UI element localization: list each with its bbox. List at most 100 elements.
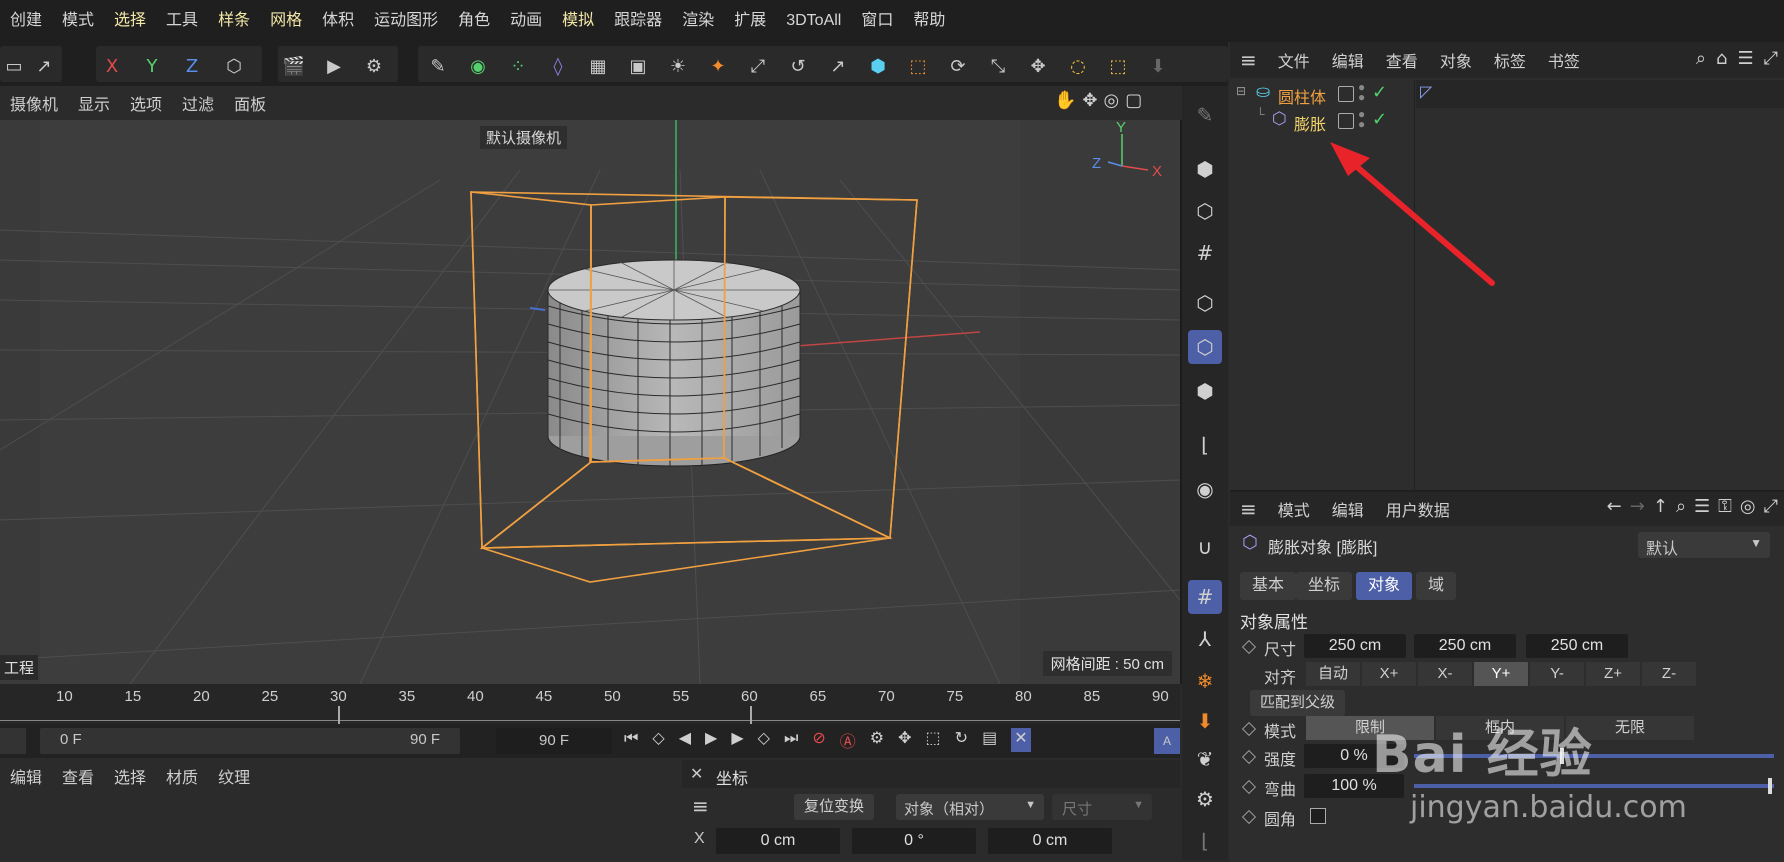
menu-item-13[interactable]: 扩展 bbox=[724, 0, 776, 42]
key-move-icon[interactable]: ✥ bbox=[898, 728, 911, 752]
light-icon[interactable]: ☀ bbox=[664, 52, 692, 80]
align-option-3[interactable]: Y+ bbox=[1474, 662, 1528, 686]
coord-mode-dropdown[interactable]: 对象（相对） ▼ bbox=[896, 794, 1044, 820]
align-option-6[interactable]: Z- bbox=[1642, 662, 1696, 686]
external-link-icon[interactable]: ↗ bbox=[30, 52, 58, 80]
next-key-icon[interactable]: ◇ bbox=[758, 728, 770, 752]
viewport-menu-item-3[interactable]: 过滤 bbox=[172, 91, 224, 115]
prev-key-icon[interactable]: ◇ bbox=[652, 728, 664, 752]
menu-item-10[interactable]: 模拟 bbox=[552, 0, 604, 42]
record-icon[interactable]: ⊘ bbox=[812, 728, 825, 752]
menu-item-2[interactable]: 选择 bbox=[104, 0, 156, 42]
extra-tool-icon[interactable]: ⌊ bbox=[1188, 824, 1222, 858]
polygons-mode-icon[interactable]: ⬢ bbox=[1188, 374, 1222, 408]
grid-snap-icon[interactable]: # bbox=[1188, 236, 1222, 270]
move-tool-icon[interactable]: ✥ bbox=[1024, 52, 1052, 80]
close-icon[interactable]: ✕ bbox=[690, 764, 703, 784]
frame-range-slider[interactable]: 0 F 90 F bbox=[40, 728, 460, 754]
rotate-icon[interactable]: ↺ bbox=[784, 52, 812, 80]
tab-1[interactable]: 坐标 bbox=[1296, 572, 1353, 600]
keyframe-icon[interactable] bbox=[1241, 779, 1257, 795]
align-option-2[interactable]: X- bbox=[1418, 662, 1472, 686]
menu-item-15[interactable]: 窗口 bbox=[851, 0, 903, 42]
tab-3[interactable]: 域 bbox=[1416, 572, 1457, 600]
fit-parent-button[interactable]: 匹配到父级 bbox=[1250, 690, 1346, 716]
rect-select-icon[interactable]: ⬚ bbox=[1104, 52, 1132, 80]
texture-mode-icon[interactable]: ◉ bbox=[1188, 472, 1222, 506]
camera-object-icon[interactable]: ▣ bbox=[624, 52, 652, 80]
coordinate-system-icon[interactable]: ⬡ bbox=[220, 52, 248, 80]
play-icon[interactable]: ▶ bbox=[705, 728, 717, 752]
keyframe-icon[interactable] bbox=[1241, 639, 1257, 655]
axis-z-toggle[interactable]: Z bbox=[178, 52, 206, 80]
key-param-icon[interactable]: ▤ bbox=[982, 728, 997, 752]
scale-icon[interactable]: ⤢ bbox=[744, 52, 772, 80]
workplane-axis-icon[interactable]: ⅄ bbox=[1188, 622, 1222, 656]
menu-item-9[interactable]: 动画 bbox=[500, 0, 552, 42]
viewport-menu-item-4[interactable]: 面板 bbox=[224, 91, 276, 115]
deformer-icon[interactable]: ◊ bbox=[544, 52, 572, 80]
edges-mode-icon[interactable]: ⬡ bbox=[1188, 330, 1222, 364]
snowflake-icon[interactable]: ❄ bbox=[1188, 664, 1222, 698]
move-view-icon[interactable]: ✥ bbox=[1082, 90, 1097, 116]
scale-tool-icon[interactable]: ⤡ bbox=[984, 52, 1012, 80]
align-option-5[interactable]: Z+ bbox=[1586, 662, 1640, 686]
align-option-0[interactable]: 自动 bbox=[1306, 662, 1360, 686]
hand-pan-icon[interactable]: ✋ bbox=[1054, 90, 1076, 116]
forward-arrow-icon[interactable]: → bbox=[1630, 496, 1645, 517]
am-menu-item-2[interactable]: 用户数据 bbox=[1375, 497, 1461, 521]
menu-item-5[interactable]: 网格 bbox=[260, 0, 312, 42]
preset-dropdown[interactable]: 默认 ▼ bbox=[1638, 532, 1770, 558]
back-arrow-icon[interactable]: ← bbox=[1607, 496, 1622, 517]
cube-icon[interactable]: ⬢ bbox=[864, 52, 892, 80]
live-select-icon[interactable]: ◌ bbox=[1064, 52, 1092, 80]
keyframe-icon[interactable] bbox=[1241, 721, 1257, 737]
edit-mode-icon[interactable]: ✎ bbox=[1188, 98, 1222, 132]
render-view-icon[interactable]: 🎬 bbox=[280, 52, 308, 80]
round-checkbox[interactable] bbox=[1310, 808, 1326, 824]
timeline-mode-icon[interactable]: A bbox=[1154, 728, 1180, 754]
menu-item-7[interactable]: 运动图形 bbox=[364, 0, 448, 42]
symmetry-icon[interactable]: ❦ bbox=[1188, 742, 1222, 776]
hamburger-icon[interactable]: ≡ bbox=[692, 794, 709, 818]
axis-y-toggle[interactable]: Y bbox=[138, 52, 166, 80]
lock-icon[interactable]: ⚿ bbox=[1718, 496, 1732, 517]
go-to-end-icon[interactable]: ⏭ bbox=[784, 728, 798, 752]
menu-item-12[interactable]: 渲染 bbox=[672, 0, 724, 42]
menu-item-8[interactable]: 角色 bbox=[448, 0, 500, 42]
filter-icon[interactable]: ☰ bbox=[1694, 496, 1710, 517]
menu-item-16[interactable]: 帮助 bbox=[903, 0, 955, 42]
menu-item-14[interactable]: 3DToAll bbox=[776, 0, 851, 42]
material-menu-item-0[interactable]: 编辑 bbox=[0, 764, 52, 788]
model-mode-icon[interactable]: ⬢ bbox=[1188, 152, 1222, 186]
size-x-coord-field[interactable]: 0 cm bbox=[988, 828, 1112, 854]
current-frame-field[interactable] bbox=[0, 728, 26, 754]
material-menu-item-4[interactable]: 纹理 bbox=[208, 764, 260, 788]
move-icon[interactable]: ↗ bbox=[824, 52, 852, 80]
hamburger-icon[interactable]: ≡ bbox=[1230, 497, 1267, 521]
search-icon[interactable]: ⌕ bbox=[1676, 496, 1686, 517]
rotation-h-field[interactable]: 0 ° bbox=[852, 828, 976, 854]
viewport-3d[interactable]: Y Z X 默认摄像机 网格间距 : 50 cm 工程 bbox=[0, 120, 1182, 684]
cloner-icon[interactable]: ⁘ bbox=[504, 52, 532, 80]
am-menu-item-1[interactable]: 编辑 bbox=[1321, 497, 1375, 521]
size-y-field[interactable]: 250 cm bbox=[1414, 634, 1516, 658]
render-settings-icon[interactable]: ⚙ bbox=[360, 52, 388, 80]
points-mode-icon[interactable]: ⬡ bbox=[1188, 286, 1222, 320]
reset-transform-button[interactable]: 复位变换 bbox=[794, 794, 875, 820]
align-option-1[interactable]: X+ bbox=[1362, 662, 1416, 686]
auto-key-icon[interactable]: Ⓐ bbox=[840, 728, 856, 752]
key-settings-icon[interactable]: ⚙ bbox=[870, 728, 884, 752]
material-menu-item-3[interactable]: 材质 bbox=[156, 764, 208, 788]
axis-x-toggle[interactable]: X bbox=[98, 52, 126, 80]
go-to-start-icon[interactable]: ⏮ bbox=[624, 728, 638, 752]
select-box-icon[interactable]: ⬚ bbox=[904, 52, 932, 80]
next-frame-icon[interactable]: ▶ bbox=[731, 728, 743, 752]
keyframe-icon[interactable] bbox=[1241, 809, 1257, 825]
target-icon[interactable]: ◎ bbox=[1740, 496, 1756, 517]
end-frame-field[interactable]: 90 F bbox=[496, 728, 612, 754]
material-menu-item-2[interactable]: 选择 bbox=[104, 764, 156, 788]
more-tools-icon[interactable]: ⬇ bbox=[1144, 52, 1172, 80]
menu-item-0[interactable]: 创建 bbox=[0, 0, 52, 42]
position-x-field[interactable]: 0 cm bbox=[716, 828, 840, 854]
